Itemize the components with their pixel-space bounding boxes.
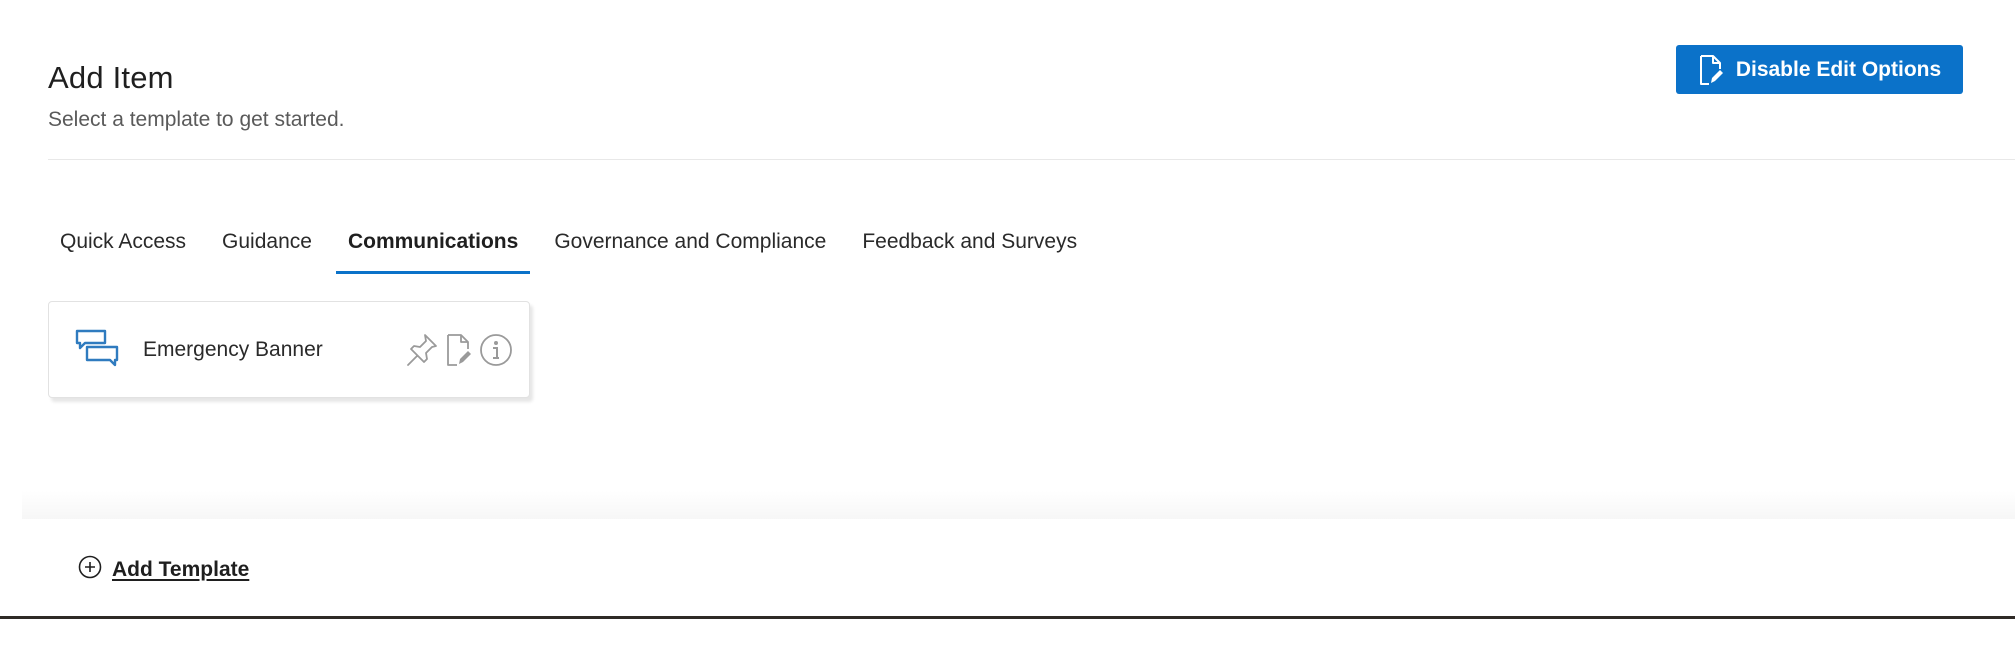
bottom-divider bbox=[0, 616, 2015, 619]
footer-shadow bbox=[22, 490, 2015, 520]
add-template-link[interactable]: Add Template bbox=[78, 555, 249, 584]
template-card-actions bbox=[405, 332, 513, 368]
pin-icon[interactable] bbox=[405, 332, 439, 368]
info-icon[interactable] bbox=[479, 333, 513, 367]
disable-edit-options-label: Disable Edit Options bbox=[1735, 57, 1942, 81]
page-subtitle: Select a template to get started. bbox=[48, 108, 345, 131]
tab-communications[interactable]: Communications bbox=[335, 212, 531, 274]
tab-governance-and-compliance[interactable]: Governance and Compliance bbox=[542, 212, 838, 274]
template-card-emergency-banner[interactable]: Emergency Banner bbox=[48, 301, 530, 398]
add-item-page: Add Item Select a template to get starte… bbox=[0, 0, 2015, 669]
chat-bubbles-icon bbox=[75, 329, 119, 371]
edit-document-icon bbox=[1698, 54, 1724, 85]
page-header: Add Item Select a template to get starte… bbox=[48, 60, 345, 132]
footer-bar: Add Template bbox=[22, 519, 2015, 616]
add-template-label: Add Template bbox=[112, 557, 250, 581]
edit-document-icon[interactable] bbox=[445, 333, 473, 367]
template-card-label: Emergency Banner bbox=[143, 337, 323, 361]
plus-circle-icon bbox=[78, 555, 102, 584]
tab-quick-access[interactable]: Quick Access bbox=[48, 212, 198, 274]
tab-feedback-and-surveys[interactable]: Feedback and Surveys bbox=[850, 212, 1089, 274]
tab-guidance[interactable]: Guidance bbox=[210, 212, 324, 274]
template-category-tabs: Quick Access Guidance Communications Gov… bbox=[48, 212, 1101, 274]
disable-edit-options-button[interactable]: Disable Edit Options bbox=[1676, 45, 1963, 94]
header-divider bbox=[48, 159, 2015, 160]
page-title: Add Item bbox=[48, 60, 174, 95]
